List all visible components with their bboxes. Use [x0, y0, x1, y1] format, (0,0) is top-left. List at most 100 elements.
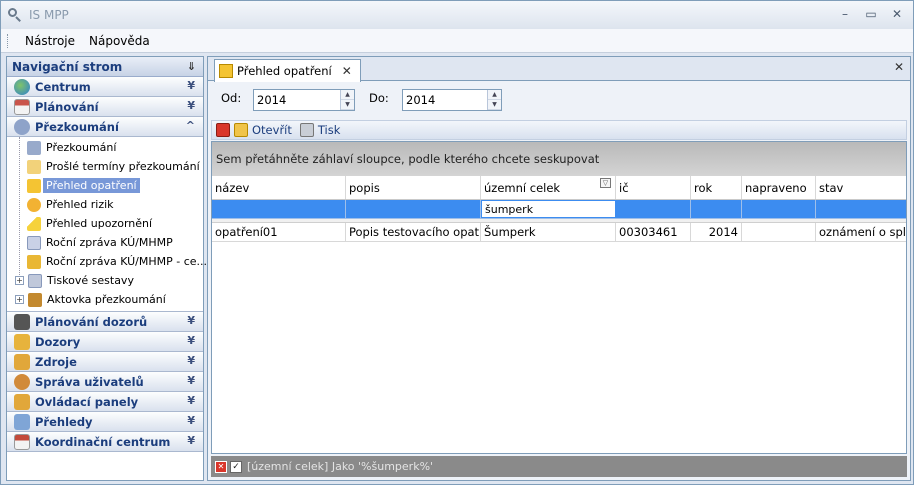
nav-group-label: Koordinační centrum [35, 434, 171, 449]
chevron-down-icon[interactable]: ¥ [187, 354, 195, 367]
review-icon [14, 118, 30, 135]
column-header-ic[interactable]: ič [616, 176, 691, 199]
column-header-napraveno[interactable]: napraveno [742, 176, 816, 199]
column-header-rok[interactable]: rok [691, 176, 742, 199]
tree-item-prezkoumani[interactable]: Přezkoumání [7, 138, 203, 157]
nav-group-label: Správa uživatelů [35, 374, 144, 389]
column-header-popis[interactable]: popis [346, 176, 481, 199]
filter-enabled-checkbox[interactable]: ✓ [230, 460, 242, 473]
tree-item-prosle-terminy[interactable]: Prošlé termíny přezkoumání [7, 157, 203, 176]
auto-filter-cell[interactable] [346, 200, 481, 218]
chevron-down-icon[interactable]: ¥ [187, 374, 195, 387]
tab-prehled-opatreni[interactable]: Přehled opatření ✕ [214, 59, 361, 82]
filter-funnel-icon[interactable]: ▽ [600, 178, 611, 188]
cell-stav[interactable]: oznámení o spl... [816, 223, 906, 241]
nav-group-label: Zdroje [35, 354, 77, 369]
toolbar-grip[interactable] [7, 33, 10, 48]
folder-icon [14, 393, 30, 410]
cell-napraveno[interactable] [742, 223, 816, 241]
chevron-down-icon[interactable]: ¥ [187, 314, 195, 327]
nav-group-planovani[interactable]: Plánování ¥ [7, 97, 203, 117]
tree-item-prehled-opatreni[interactable]: Přehled opatření [7, 176, 203, 195]
nav-group-dozory[interactable]: Dozory ¥ [7, 332, 203, 352]
folder-icon [14, 333, 30, 350]
cell-nazev[interactable]: opatření01 [212, 223, 346, 241]
nav-group-sprava-uzivatelu[interactable]: Správa uživatelů ¥ [7, 372, 203, 392]
spin-up-icon[interactable]: ▲ [341, 90, 354, 100]
pin-icon[interactable]: ⇓ [187, 60, 196, 73]
chevron-down-icon[interactable]: ¥ [187, 79, 195, 92]
chevron-down-icon[interactable]: ¥ [187, 394, 195, 407]
table-row[interactable]: opatření01 Popis testovacího opatření Šu… [212, 223, 906, 242]
close-tab-icon[interactable]: ✕ [342, 64, 352, 78]
expand-icon[interactable]: + [15, 295, 24, 304]
report-icon [27, 235, 41, 250]
nav-group-ovladaci-panely[interactable]: Ovládací panely ¥ [7, 392, 203, 412]
tree-item-rocni-zprava-ce[interactable]: Roční zpráva KÚ/MHMP - ce... [7, 252, 207, 271]
maximize-button[interactable]: ▭ [863, 7, 879, 21]
auto-filter-uzemni-celek-input[interactable]: šumperk [481, 200, 616, 218]
cell-uzemni-celek[interactable]: Šumperk [481, 223, 616, 241]
spin-up-icon[interactable]: ▲ [488, 90, 501, 100]
from-year-value[interactable]: 2014 [254, 93, 340, 107]
measures-grid: Sem přetáhněte záhlaví sloupce, podle kt… [211, 141, 907, 454]
date-filter-row: Od: 2014 ▲ ▼ Do: 2014 ▲ ▼ [208, 82, 910, 120]
chevron-up-icon[interactable]: ^ [186, 119, 195, 132]
auto-filter-cell[interactable] [742, 200, 816, 218]
group-by-panel[interactable]: Sem přetáhněte záhlaví sloupce, podle kt… [212, 142, 906, 176]
menu-help[interactable]: Nápověda [82, 34, 157, 48]
cell-rok[interactable]: 2014 [691, 223, 742, 241]
title-bar: IS MPP – ▭ ✕ [1, 1, 913, 29]
nav-group-zdroje[interactable]: Zdroje ¥ [7, 352, 203, 372]
chevron-down-icon[interactable]: ¥ [187, 414, 195, 427]
to-year-spinner[interactable]: 2014 ▲ ▼ [402, 89, 502, 111]
tree-item-prehled-rizik[interactable]: Přehled rizik [7, 195, 203, 214]
printer-icon [299, 123, 314, 137]
report-summary-icon [27, 254, 41, 269]
filter-expression[interactable]: [územní celek] Jako '%šumperk%' [247, 460, 433, 473]
tree-item-label: Roční zpráva KÚ/MHMP [46, 236, 173, 249]
column-header-stav[interactable]: stav [816, 176, 906, 199]
clear-filter-icon[interactable]: ✕ [215, 460, 227, 473]
close-document-icon[interactable]: ✕ [894, 60, 904, 74]
tree-item-aktovka[interactable]: + Aktovka přezkoumání [7, 290, 203, 309]
tree-item-prehled-upozorneni[interactable]: Přehled upozornění [7, 214, 203, 233]
nav-group-planovani-dozoru[interactable]: Plánování dozorů ¥ [7, 312, 203, 332]
from-year-spinner[interactable]: 2014 ▲ ▼ [253, 89, 355, 111]
chevron-down-icon[interactable]: ¥ [187, 334, 195, 347]
spin-down-icon[interactable]: ▼ [341, 100, 354, 110]
tree-item-tiskove-sestavy[interactable]: + Tiskové sestavy [7, 271, 203, 290]
auto-filter-cell[interactable] [691, 200, 742, 218]
auto-filter-cell[interactable] [616, 200, 691, 218]
spin-down-icon[interactable]: ▼ [488, 100, 501, 110]
open-button[interactable]: Otevřít [234, 123, 292, 137]
grid-toolbar: Otevřít Tisk [211, 120, 907, 140]
delete-icon[interactable] [216, 123, 230, 137]
tree-item-rocni-zprava[interactable]: Roční zpráva KÚ/MHMP [7, 233, 203, 252]
chevron-down-icon[interactable]: ¥ [187, 434, 195, 447]
auto-filter-cell[interactable] [212, 200, 346, 218]
column-header-nazev[interactable]: název [212, 176, 346, 199]
cell-ic[interactable]: 00303461 [616, 223, 691, 241]
column-header-uzemni-celek[interactable]: územní celek ▽ [481, 176, 616, 199]
cell-popis[interactable]: Popis testovacího opatření [346, 223, 481, 241]
close-button[interactable]: ✕ [889, 7, 905, 21]
nav-group-prezkoumani[interactable]: Přezkoumání ^ [7, 117, 203, 137]
menu-tools[interactable]: Nástroje [18, 34, 82, 48]
warning-icon [27, 216, 41, 231]
nav-group-centrum[interactable]: Centrum ¥ [7, 77, 203, 97]
to-label: Do: [369, 91, 389, 105]
to-year-value[interactable]: 2014 [403, 93, 487, 107]
globe-icon [14, 78, 30, 95]
chevron-down-icon[interactable]: ¥ [187, 99, 195, 112]
print-button[interactable]: Tisk [299, 123, 340, 137]
expand-icon[interactable]: + [15, 276, 24, 285]
nav-group-koordinacni-centrum[interactable]: Koordinační centrum ¥ [7, 432, 203, 452]
tree-item-label: Přezkoumání [46, 141, 117, 154]
tab-label: Přehled opatření [237, 64, 332, 78]
nav-group-prehledy[interactable]: Přehledy ¥ [7, 412, 203, 432]
window-title: IS MPP [29, 8, 69, 22]
auto-filter-cell[interactable] [816, 200, 906, 218]
nav-group-label: Dozory [35, 334, 81, 349]
minimize-button[interactable]: – [837, 7, 853, 21]
